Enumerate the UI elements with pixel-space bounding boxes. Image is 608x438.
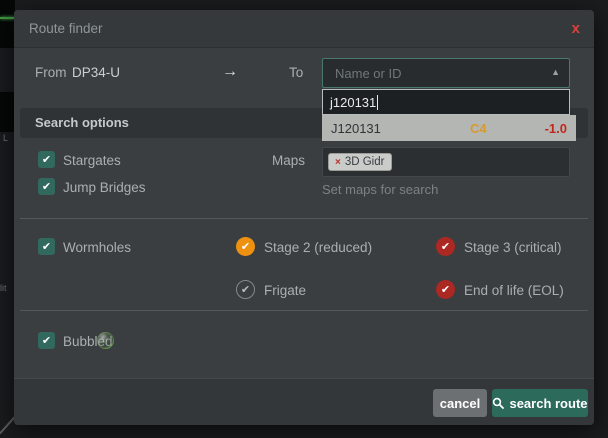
bubbled-checkbox[interactable]: ✔ <box>38 332 55 349</box>
maps-label: Maps <box>230 153 305 168</box>
bubble-icon <box>97 332 114 349</box>
search-route-button[interactable]: search route <box>492 389 588 417</box>
check-icon: ✔ <box>441 283 450 296</box>
to-system-select[interactable]: Name or ID ▲ <box>322 58 570 88</box>
to-label: To <box>289 65 303 80</box>
close-icon[interactable]: x <box>572 19 580 39</box>
dialog-footer: cancel search route <box>14 378 594 425</box>
map-tag-label: 3D Gidr <box>345 156 385 168</box>
chevron-up-icon: ▲ <box>551 67 560 77</box>
check-icon: ✔ <box>241 283 250 296</box>
maps-hint-text: Set maps for search <box>322 182 438 197</box>
backdrop-text-fragment: lit <box>0 283 7 293</box>
wormholes-checkbox[interactable]: ✔ <box>38 238 55 255</box>
stage3-toggle[interactable]: ✔ <box>436 237 455 256</box>
check-icon: ✔ <box>42 153 51 166</box>
jump-bridges-label: Jump Bridges <box>63 180 146 195</box>
search-icon <box>492 397 504 409</box>
backdrop-text-fragment: L <box>3 133 8 143</box>
result-security-status: -1.0 <box>545 121 567 136</box>
text-cursor <box>377 95 378 110</box>
eol-label: End of life (EOL) <box>464 283 564 298</box>
from-label: From <box>35 65 67 80</box>
route-finder-dialog: Route finder x From DP34-U → To Name or … <box>14 10 594 425</box>
from-value: DP34-U <box>72 65 120 80</box>
backdrop-app-fragment <box>0 0 15 48</box>
dialog-header: Route finder x <box>14 10 594 48</box>
check-icon: ✔ <box>42 334 51 347</box>
to-select-placeholder: Name or ID <box>335 66 401 81</box>
arrow-right-icon: → <box>222 63 238 81</box>
result-wormhole-class: C4 <box>470 121 487 136</box>
jump-bridges-checkbox[interactable]: ✔ <box>38 178 55 195</box>
search-route-label: search route <box>509 396 587 411</box>
backdrop-green-line <box>0 17 15 19</box>
check-icon: ✔ <box>441 240 450 253</box>
remove-tag-icon[interactable]: × <box>335 157 341 168</box>
check-icon: ✔ <box>241 240 250 253</box>
stage3-label: Stage 3 (critical) <box>464 240 562 255</box>
stage2-label: Stage 2 (reduced) <box>264 240 372 255</box>
search-options-title: Search options <box>35 115 129 130</box>
section-divider <box>20 310 588 311</box>
result-system-name: J120131 <box>331 121 470 136</box>
system-search-input[interactable]: j120131 <box>322 89 570 115</box>
dialog-title: Route finder <box>29 21 103 36</box>
map-tag: × 3D Gidr <box>328 153 392 171</box>
section-divider <box>20 218 588 219</box>
system-search-value: j120131 <box>330 95 378 110</box>
frigate-label: Frigate <box>264 283 306 298</box>
frigate-toggle[interactable]: ✔ <box>236 280 255 299</box>
stage2-toggle[interactable]: ✔ <box>236 237 255 256</box>
check-icon: ✔ <box>42 180 51 193</box>
backdrop-app-fragment <box>0 92 14 132</box>
cancel-button[interactable]: cancel <box>433 389 487 417</box>
stargates-checkbox[interactable]: ✔ <box>38 151 55 168</box>
dropdown-result-item[interactable]: J120131 C4 -1.0 <box>322 115 576 141</box>
check-icon: ✔ <box>42 240 51 253</box>
wormholes-label: Wormholes <box>63 240 131 255</box>
maps-tag-input[interactable]: × 3D Gidr <box>322 147 570 177</box>
eol-toggle[interactable]: ✔ <box>436 280 455 299</box>
stargates-label: Stargates <box>63 153 121 168</box>
